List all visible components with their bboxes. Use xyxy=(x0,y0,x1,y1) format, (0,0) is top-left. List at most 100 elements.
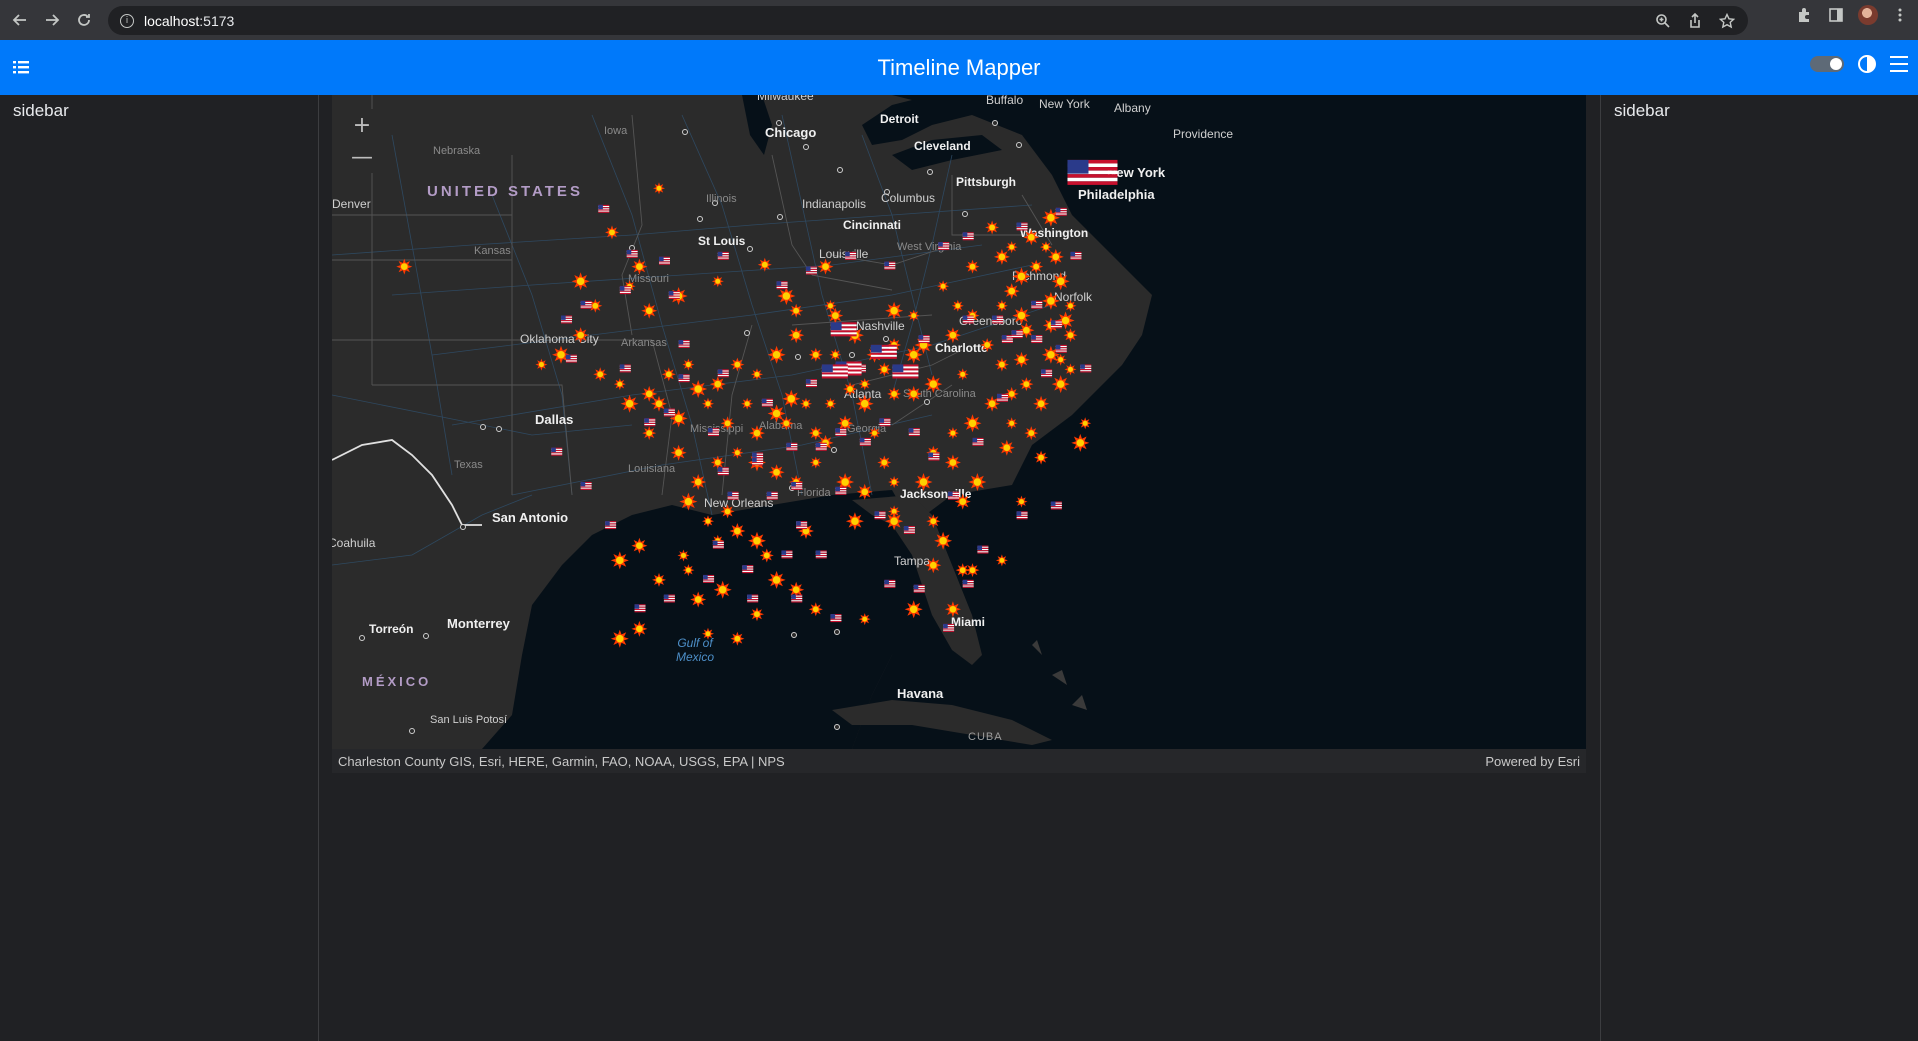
us-flag-marker[interactable] xyxy=(1001,335,1013,344)
event-burst-marker[interactable] xyxy=(653,182,665,195)
us-flag-marker[interactable] xyxy=(796,521,808,530)
us-flag-marker[interactable] xyxy=(727,491,739,500)
us-flag-marker[interactable] xyxy=(663,594,675,603)
event-burst-marker[interactable] xyxy=(994,357,1009,372)
us-flag-marker[interactable] xyxy=(717,251,729,260)
zoom-out-button[interactable]: — xyxy=(346,141,378,173)
us-flag-marker[interactable] xyxy=(892,364,919,379)
event-burst-marker[interactable] xyxy=(980,338,995,352)
us-flag-marker[interactable] xyxy=(962,579,974,588)
us-flag-marker[interactable] xyxy=(962,315,974,324)
event-burst-marker[interactable] xyxy=(904,345,923,364)
us-flag-marker[interactable] xyxy=(1050,320,1062,329)
map-attribution[interactable]: Charleston County GIS, Esri, HERE, Garmi… xyxy=(338,754,785,769)
event-burst-marker[interactable] xyxy=(720,504,735,519)
us-flag-marker[interactable] xyxy=(1080,364,1092,373)
event-burst-marker[interactable] xyxy=(682,358,695,371)
us-flag-marker[interactable] xyxy=(561,315,573,324)
event-burst-marker[interactable] xyxy=(652,572,666,587)
extensions-icon[interactable] xyxy=(1794,5,1814,25)
us-flag-marker[interactable] xyxy=(884,261,896,270)
event-burst-marker[interactable] xyxy=(750,607,764,622)
us-flag-marker[interactable] xyxy=(962,232,974,241)
event-burst-marker[interactable] xyxy=(1034,450,1049,465)
event-burst-marker[interactable] xyxy=(631,537,648,554)
us-flag-marker[interactable] xyxy=(761,398,773,407)
event-burst-marker[interactable] xyxy=(788,327,805,344)
event-burst-marker[interactable] xyxy=(856,483,873,500)
event-burst-marker[interactable] xyxy=(963,414,982,433)
event-burst-marker[interactable] xyxy=(679,492,698,511)
us-flag-marker[interactable] xyxy=(634,604,646,613)
us-flag-marker[interactable] xyxy=(835,428,847,437)
event-burst-marker[interactable] xyxy=(877,455,892,470)
event-burst-marker[interactable] xyxy=(887,386,902,401)
event-burst-marker[interactable] xyxy=(937,280,950,293)
us-flag-marker[interactable] xyxy=(668,291,680,300)
event-burst-marker[interactable] xyxy=(809,456,822,469)
us-flag-marker[interactable] xyxy=(776,281,788,290)
event-burst-marker[interactable] xyxy=(968,473,987,491)
event-burst-marker[interactable] xyxy=(759,548,774,563)
us-flag-marker[interactable] xyxy=(830,322,857,337)
site-info-icon[interactable]: i xyxy=(120,13,134,28)
event-burst-marker[interactable] xyxy=(709,376,726,393)
event-burst-marker[interactable] xyxy=(946,427,959,440)
event-burst-marker[interactable] xyxy=(620,394,639,413)
event-burst-marker[interactable] xyxy=(800,397,812,410)
event-burst-marker[interactable] xyxy=(907,309,920,322)
browser-menu-icon[interactable] xyxy=(1890,5,1910,25)
event-burst-marker[interactable] xyxy=(868,427,881,440)
event-burst-marker[interactable] xyxy=(1023,229,1040,246)
us-flag-marker[interactable] xyxy=(815,550,827,559)
side-panel-icon[interactable] xyxy=(1826,5,1846,25)
event-burst-marker[interactable] xyxy=(995,554,1008,567)
event-burst-marker[interactable] xyxy=(1013,351,1030,368)
event-burst-marker[interactable] xyxy=(1071,433,1090,452)
event-burst-marker[interactable] xyxy=(1005,241,1018,254)
event-burst-marker[interactable] xyxy=(782,389,801,408)
us-flag-marker[interactable] xyxy=(1055,344,1067,353)
event-burst-marker[interactable] xyxy=(789,303,804,318)
us-flag-marker[interactable] xyxy=(972,437,984,446)
us-flag-marker[interactable] xyxy=(815,442,827,451)
us-flag-marker[interactable] xyxy=(943,623,955,632)
event-burst-marker[interactable] xyxy=(1051,375,1070,394)
event-burst-marker[interactable] xyxy=(965,259,980,274)
us-flag-marker[interactable] xyxy=(805,266,817,275)
us-flag-marker[interactable] xyxy=(791,594,803,603)
us-flag-marker[interactable] xyxy=(1016,511,1028,520)
hamburger-menu-icon[interactable] xyxy=(1890,56,1908,72)
event-burst-marker[interactable] xyxy=(1079,417,1092,430)
us-flag-marker[interactable] xyxy=(663,408,675,417)
event-burst-marker[interactable] xyxy=(877,362,892,377)
event-burst-marker[interactable] xyxy=(613,378,626,391)
us-flag-marker[interactable] xyxy=(659,256,670,265)
us-flag-marker[interactable] xyxy=(1067,159,1118,185)
event-burst-marker[interactable] xyxy=(824,397,837,410)
us-flag-marker[interactable] xyxy=(948,491,960,500)
event-burst-marker[interactable] xyxy=(702,397,714,410)
event-burst-marker[interactable] xyxy=(605,225,619,240)
event-burst-marker[interactable] xyxy=(829,348,842,361)
us-flag-marker[interactable] xyxy=(703,574,715,583)
us-flag-marker[interactable] xyxy=(1016,222,1028,231)
event-burst-marker[interactable] xyxy=(1063,328,1078,343)
event-burst-marker[interactable] xyxy=(731,446,744,459)
us-flag-marker[interactable] xyxy=(707,428,719,437)
us-flag-marker[interactable] xyxy=(938,242,950,251)
event-burst-marker[interactable] xyxy=(1047,248,1064,265)
us-flag-marker[interactable] xyxy=(580,481,592,490)
us-flag-marker[interactable] xyxy=(1055,207,1067,216)
us-flag-marker[interactable] xyxy=(835,486,847,495)
event-burst-marker[interactable] xyxy=(396,258,413,275)
event-burst-marker[interactable] xyxy=(905,385,922,402)
event-burst-marker[interactable] xyxy=(995,299,1008,312)
event-burst-marker[interactable] xyxy=(670,444,687,461)
us-flag-marker[interactable] xyxy=(742,565,754,574)
map-view[interactable]: Milwaukee Buffalo New York Albany Provid… xyxy=(332,95,1586,749)
event-burst-marker[interactable] xyxy=(1033,395,1050,412)
us-flag-marker[interactable] xyxy=(786,442,798,451)
us-flag-marker[interactable] xyxy=(992,315,1004,324)
us-flag-marker[interactable] xyxy=(884,579,896,588)
